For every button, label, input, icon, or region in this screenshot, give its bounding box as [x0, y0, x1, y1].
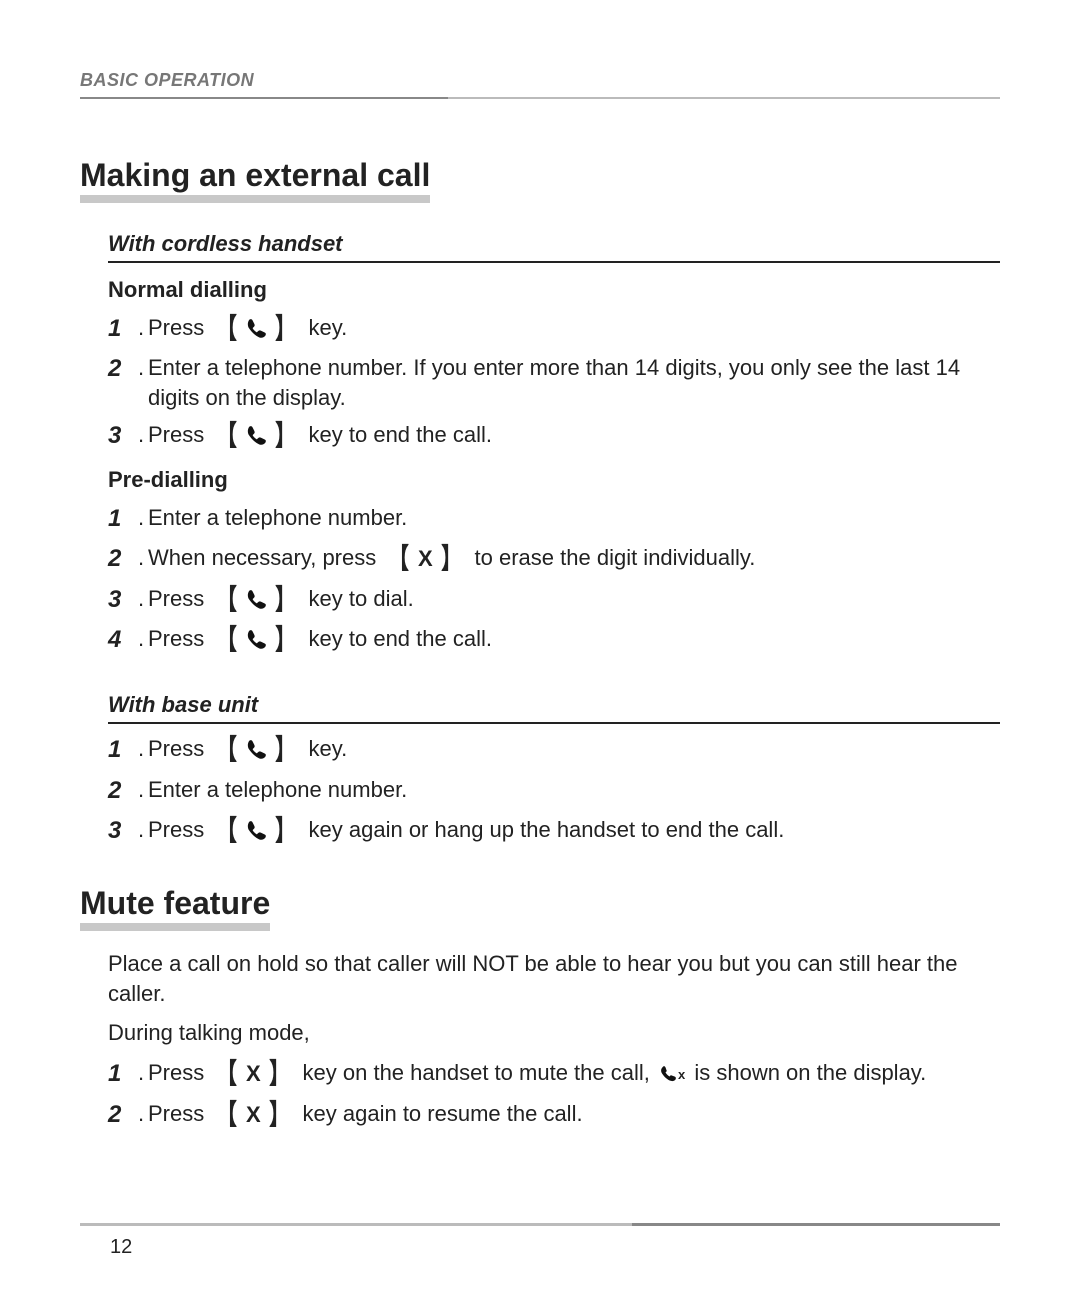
step-item: 2. Press 【X】 key again to resume the cal… [108, 1099, 1000, 1131]
x-key-icon: 【X】 [385, 545, 465, 573]
steps-pre-dialling: 1. Enter a telephone number. 2. When nec… [108, 503, 1000, 657]
step-text: Press [148, 626, 204, 651]
footer-rule [80, 1223, 1000, 1226]
steps-normal-dialling: 1. Press 【】 key. 2. Enter a telephone nu… [108, 313, 1000, 453]
step-item: 3. Press 【】 key to end the call. [108, 420, 1000, 452]
heading-mute-feature: Mute feature [80, 887, 270, 931]
step-text: Enter a telephone number. If you enter m… [148, 353, 1000, 412]
talk-key-icon: 【】 [213, 736, 299, 764]
step-text: to erase the digit individually. [475, 545, 756, 570]
step-text: key again to resume the call. [303, 1101, 583, 1126]
talk-key-icon: 【】 [213, 586, 299, 614]
subheading-normal-dialling: Normal dialling [108, 277, 1000, 303]
step-text: is shown on the display. [694, 1060, 926, 1085]
step-text: Press [148, 1060, 204, 1085]
step-text: key to end the call. [309, 626, 492, 651]
step-item: 2. Enter a telephone number. [108, 775, 1000, 807]
step-text: When necessary, press [148, 545, 376, 570]
header-rule [80, 97, 1000, 99]
steps-mute: 1. Press 【X】 key on the handset to mute … [108, 1058, 1000, 1131]
step-item: 3. Press 【】 key to dial. [108, 584, 1000, 616]
step-text: key again or hang up the handset to end … [309, 817, 785, 842]
subheading-pre-dialling: Pre-dialling [108, 467, 1000, 493]
step-text: Press [148, 586, 204, 611]
step-item: 4. Press 【】 key to end the call. [108, 624, 1000, 656]
step-text: Press [148, 817, 204, 842]
section-header: BASIC OPERATION [80, 70, 1000, 91]
step-item: 2. Enter a telephone number. If you ente… [108, 353, 1000, 412]
step-text: key. [309, 315, 348, 340]
talk-key-icon: 【】 [213, 422, 299, 450]
mute-description-2: During talking mode, [108, 1018, 1000, 1048]
steps-base-unit: 1. Press 【】 key. 2. Enter a telephone nu… [108, 734, 1000, 847]
talk-key-icon: 【】 [213, 817, 299, 845]
step-text: Press [148, 1101, 204, 1126]
page-number: 12 [110, 1236, 132, 1259]
step-item: 2. When necessary, press 【X】 to erase th… [108, 543, 1000, 575]
step-text: Enter a telephone number. [148, 775, 1000, 805]
step-text: Enter a telephone number. [148, 503, 1000, 533]
x-key-icon: 【X】 [213, 1060, 293, 1088]
mute-description-1: Place a call on hold so that caller will… [108, 949, 1000, 1008]
x-key-icon: 【X】 [213, 1101, 293, 1129]
step-item: 1. Press 【】 key. [108, 734, 1000, 766]
step-text: key on the handset to mute the call, [303, 1060, 650, 1085]
step-item: 3. Press 【】 key again or hang up the han… [108, 815, 1000, 847]
talk-key-icon: 【】 [213, 626, 299, 654]
step-text: Press [148, 315, 204, 340]
heading-making-external-call: Making an external call [80, 159, 430, 203]
subheading-base-unit: With base unit [108, 692, 1000, 724]
subheading-cordless-handset: With cordless handset [108, 231, 1000, 263]
step-item: 1. Press 【X】 key on the handset to mute … [108, 1058, 1000, 1090]
step-text: Press [148, 736, 204, 761]
step-text: Press [148, 422, 204, 447]
talk-key-icon: 【】 [213, 315, 299, 343]
step-item: 1. Press 【】 key. [108, 313, 1000, 345]
step-item: 1. Enter a telephone number. [108, 503, 1000, 535]
step-text: key to end the call. [309, 422, 492, 447]
step-text: key. [309, 736, 348, 761]
step-text: key to dial. [309, 586, 414, 611]
mute-indicator-icon: x [659, 1064, 685, 1084]
